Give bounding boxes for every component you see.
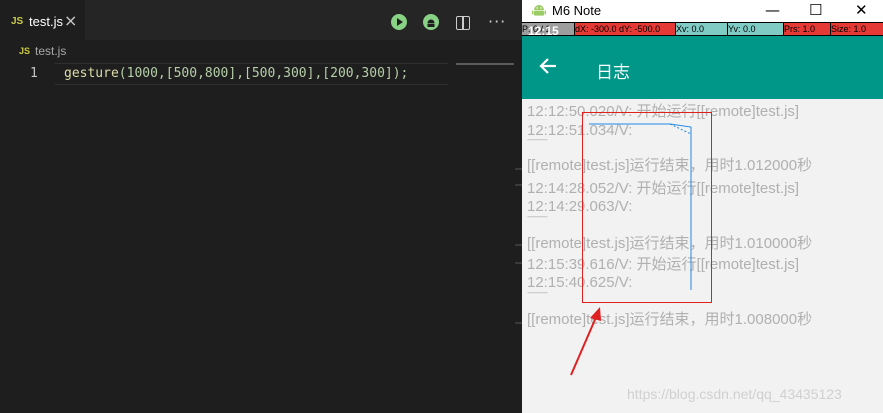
annotation-overlay (570, 123, 692, 376)
annotation-arrow (570, 314, 598, 376)
annotation-arrow-head (590, 307, 601, 321)
gesture-trace (589, 123, 692, 290)
